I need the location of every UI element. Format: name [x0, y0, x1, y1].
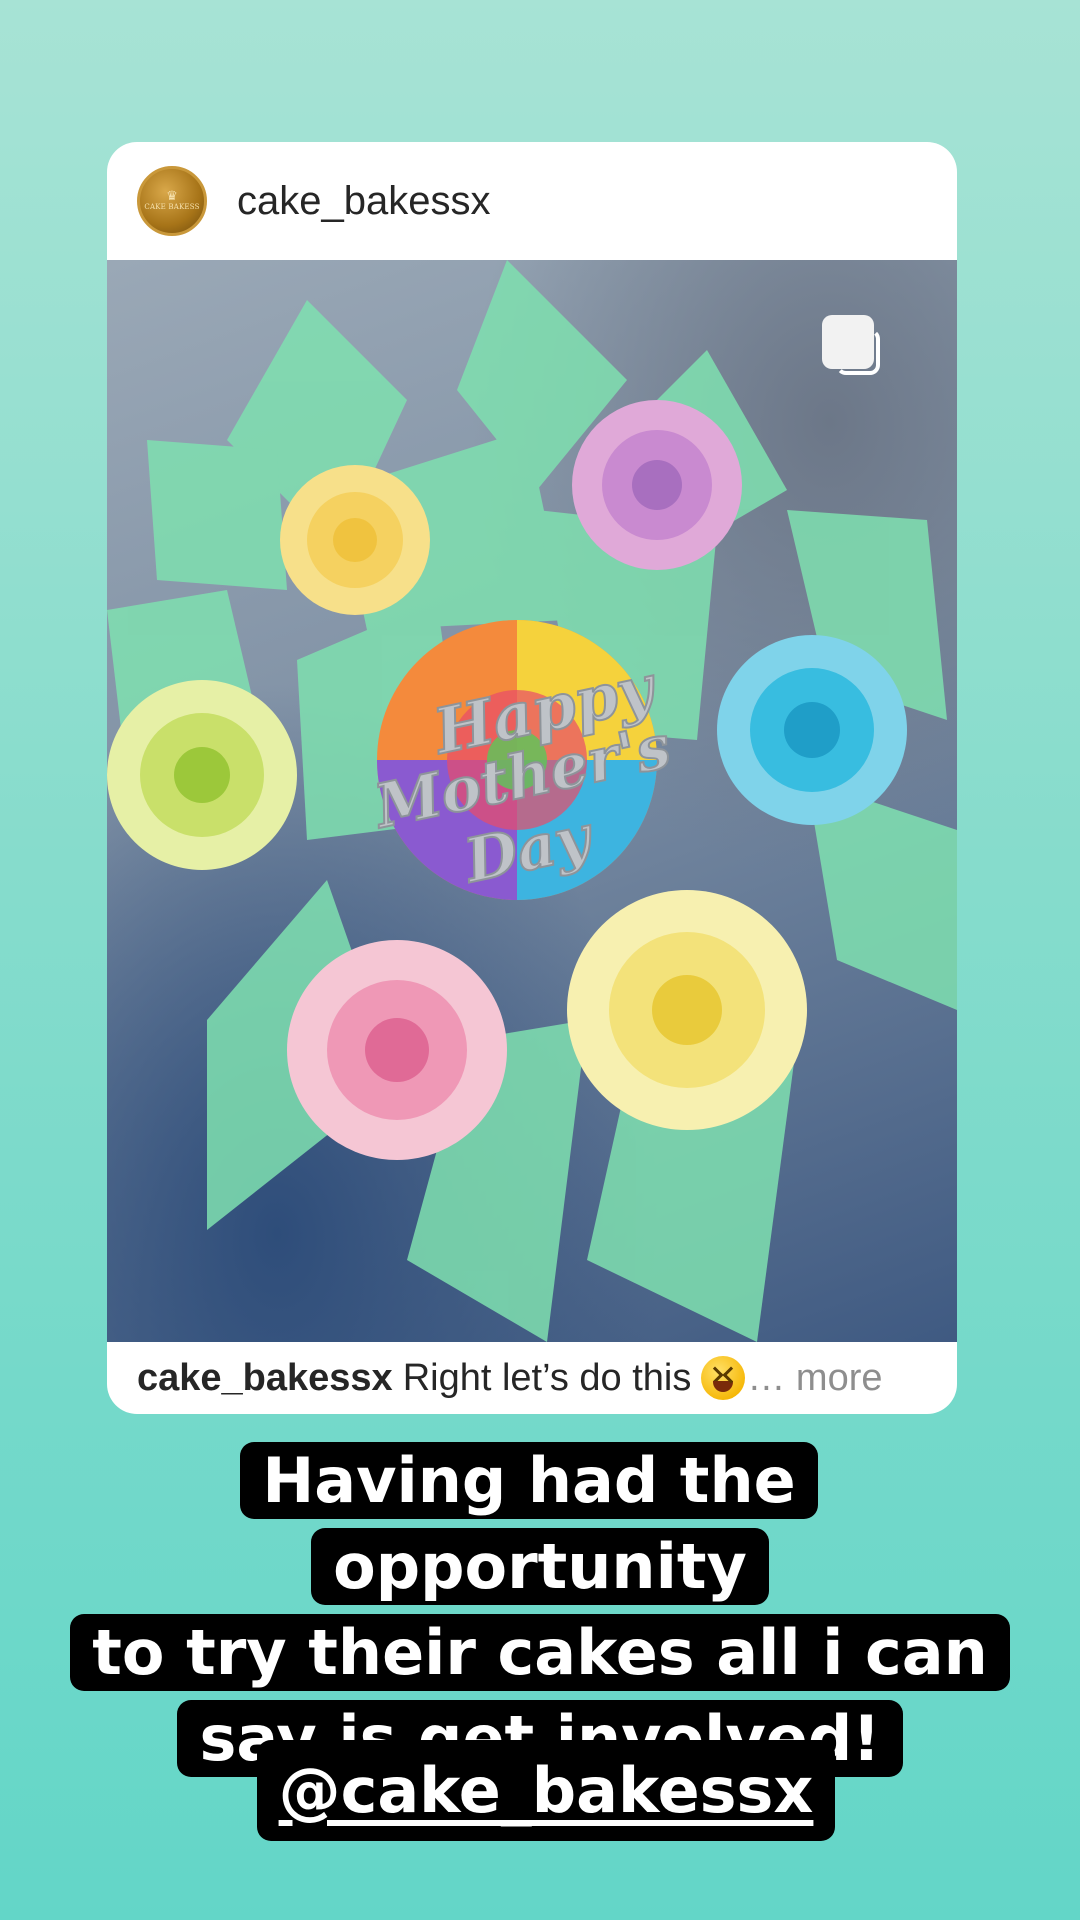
post-caption[interactable]: cake_bakessx Right let’s do this … more — [107, 1342, 957, 1414]
cupcake-bouquet-image: Happy Mother's Day — [107, 260, 957, 1342]
caption-username[interactable]: cake_bakessx — [137, 1357, 393, 1400]
carousel-icon — [822, 315, 882, 379]
story-text-line: Having had the opportunity — [240, 1442, 818, 1605]
caption-more-link[interactable]: … more — [747, 1357, 882, 1400]
post-header: ♛ CAKE BAKESS cake_bakessx — [107, 142, 957, 260]
story-text-line: to try their cakes all i can — [70, 1614, 1010, 1691]
avatar-logo-text: CAKE BAKESS — [144, 203, 200, 211]
mention-sticker[interactable]: @cake_bakessx — [257, 1740, 835, 1841]
avatar[interactable]: ♛ CAKE BAKESS — [137, 166, 207, 236]
story-text-overlay: Having had the opportunity to try their … — [40, 1438, 1040, 1782]
crown-icon: ♛ — [166, 189, 178, 204]
post-username[interactable]: cake_bakessx — [237, 179, 490, 224]
caption-text: Right let’s do this — [402, 1356, 692, 1399]
post-card[interactable]: ♛ CAKE BAKESS cake_bakessx Happy Mother'… — [107, 142, 957, 1414]
post-photo[interactable]: Happy Mother's Day — [107, 260, 957, 1342]
grinning-squinting-face-emoji-icon — [701, 1356, 746, 1400]
